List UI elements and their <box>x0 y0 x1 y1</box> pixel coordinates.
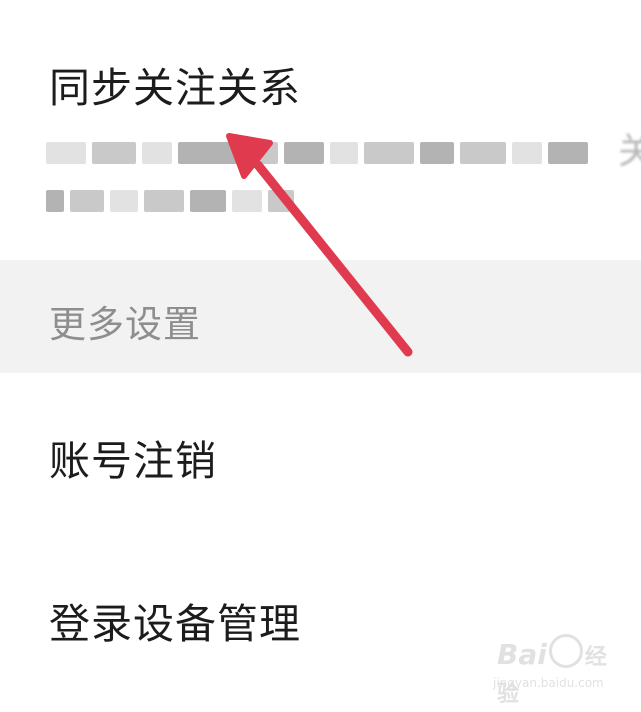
sync-follow-description-tail: 关 <box>618 131 641 172</box>
account-cancel-title: 账号注销 <box>49 437 217 485</box>
account-cancel-row[interactable]: 账号注销 <box>0 373 641 543</box>
paw-icon <box>548 634 583 668</box>
baidu-jingyan-watermark: Bai 经验 jingyan.baidu.com <box>493 632 623 707</box>
sync-follow-title: 同步关注关系 <box>49 64 301 112</box>
device-manage-title: 登录设备管理 <box>49 600 301 648</box>
watermark-url: jingyan.baidu.com <box>493 676 604 690</box>
sync-follow-description-blurred-line-1 <box>46 140 641 166</box>
baidu-logo: Bai 经验 <box>497 634 623 712</box>
sync-follow-row[interactable]: 同步关注关系 关 <box>0 0 641 260</box>
more-settings-header: 更多设置 <box>49 303 201 346</box>
sync-follow-description-blurred-line-2 <box>46 188 306 214</box>
